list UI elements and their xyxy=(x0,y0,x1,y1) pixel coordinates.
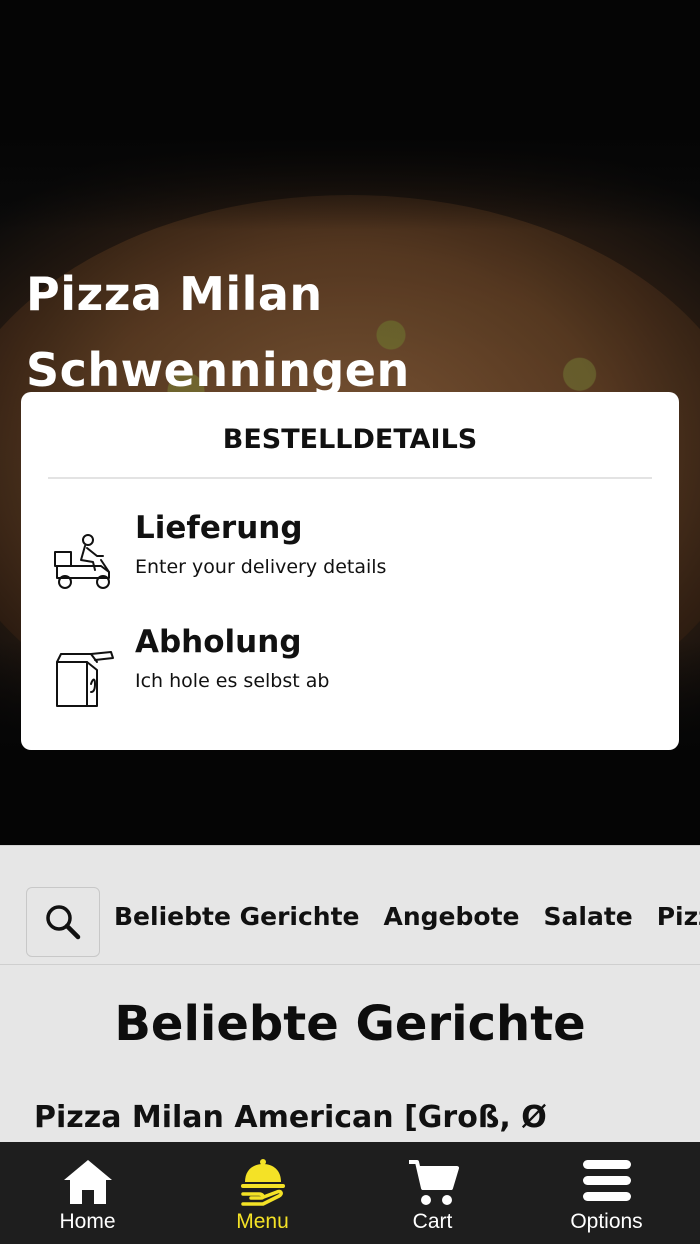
category-tab-angebote[interactable]: Angebote xyxy=(384,902,520,931)
menu-item-title[interactable]: Pizza Milan American [Groß, Ø xyxy=(34,1100,547,1135)
nav-options-label: Options xyxy=(570,1210,643,1233)
order-details-heading: BESTELLDETAILS xyxy=(222,424,478,455)
delivery-subtitle: Enter your delivery details xyxy=(135,556,387,578)
restaurant-title: Pizza Milan Schwenningen xyxy=(26,267,410,397)
category-tab-pizza[interactable]: Pizza xyxy=(657,902,700,931)
hero-banner: Pizza Milan Schwenningen BESTELLDETAILS … xyxy=(0,0,700,845)
category-tabs: Beliebte Gerichte Angebote Salate Pizza xyxy=(114,902,700,931)
pickup-subtitle: Ich hole es selbst ab xyxy=(135,670,330,692)
menu-bars-icon xyxy=(583,1160,631,1201)
pickup-title: Abholung xyxy=(135,624,302,660)
takeaway-bag-icon xyxy=(51,644,121,714)
search-icon xyxy=(46,905,81,940)
category-tab-salate[interactable]: Salate xyxy=(544,902,633,931)
divider xyxy=(48,477,652,479)
cart-icon xyxy=(409,1160,459,1205)
serving-dish-icon xyxy=(241,1159,285,1206)
nav-cart-label: Cart xyxy=(412,1210,453,1233)
section-title: Beliebte Gerichte xyxy=(114,996,586,1052)
bottom-nav: Home Menu Cart Options xyxy=(0,1142,700,1244)
delivery-scooter-icon xyxy=(51,530,121,600)
nav-home[interactable]: Home xyxy=(0,1142,175,1244)
pickup-option[interactable]: Abholung Ich hole es selbst ab xyxy=(21,624,679,724)
nav-menu[interactable]: Menu xyxy=(175,1142,350,1244)
delivery-option[interactable]: Lieferung Enter your delivery details xyxy=(21,510,679,610)
nav-home-label: Home xyxy=(59,1210,116,1233)
home-icon xyxy=(64,1160,112,1204)
delivery-title: Lieferung xyxy=(135,510,303,546)
search-button[interactable] xyxy=(26,887,100,957)
category-tab-beliebte-gerichte[interactable]: Beliebte Gerichte xyxy=(114,902,360,931)
nav-options[interactable]: Options xyxy=(519,1142,694,1244)
category-bar: Beliebte Gerichte Angebote Salate Pizza xyxy=(0,845,700,965)
nav-cart[interactable]: Cart xyxy=(345,1142,520,1244)
nav-menu-label: Menu xyxy=(236,1210,289,1233)
order-details-card: BESTELLDETAILS Lieferung Enter your deli… xyxy=(21,392,679,750)
